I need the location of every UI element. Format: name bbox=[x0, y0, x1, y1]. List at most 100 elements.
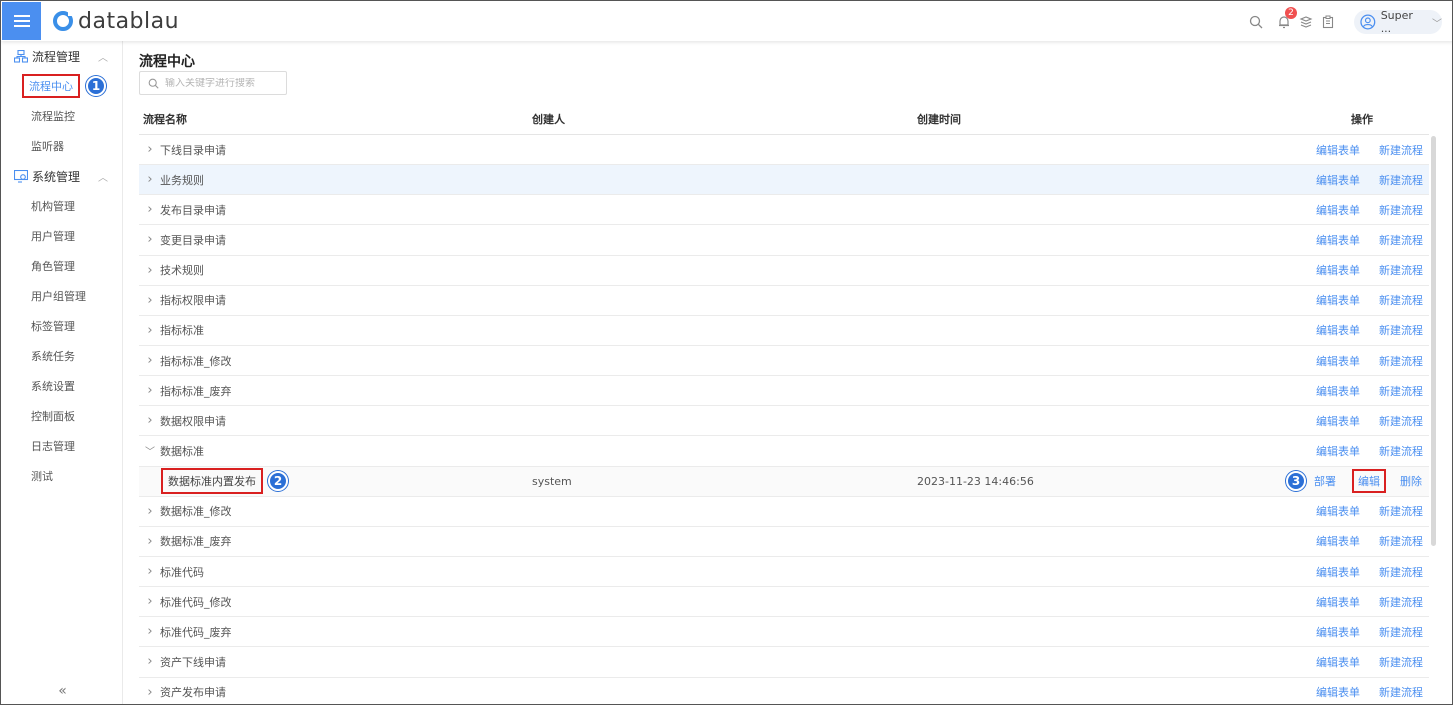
chevron-right-icon[interactable]: › bbox=[143, 383, 157, 398]
table-row[interactable]: › 指标标准_废弃 编辑表单 新建流程 bbox=[139, 376, 1429, 407]
chevron-right-icon[interactable]: › bbox=[143, 142, 157, 157]
table-row[interactable]: › 指标权限申请 编辑表单 新建流程 bbox=[139, 286, 1429, 316]
new-flow-link[interactable]: 新建流程 bbox=[1379, 684, 1423, 700]
table-row[interactable]: › 指标标准_修改 编辑表单 新建流程 bbox=[139, 346, 1429, 377]
sidebar-item[interactable]: 流程监控 bbox=[2, 101, 122, 131]
new-flow-link[interactable]: 新建流程 bbox=[1379, 564, 1423, 580]
sidebar-item[interactable]: 标签管理 bbox=[2, 311, 122, 341]
chevron-right-icon[interactable]: › bbox=[143, 323, 157, 338]
chevron-right-icon[interactable]: › bbox=[143, 654, 157, 669]
clipboard-icon[interactable] bbox=[1318, 12, 1338, 32]
table-row[interactable]: › 数据权限申请 编辑表单 新建流程 bbox=[139, 406, 1429, 437]
notification-bell-icon[interactable]: 2 bbox=[1274, 7, 1297, 32]
sidebar-item[interactable]: 流程中心 1 bbox=[2, 71, 122, 101]
new-flow-link[interactable]: 新建流程 bbox=[1379, 594, 1423, 610]
edit-form-link[interactable]: 编辑表单 bbox=[1316, 443, 1360, 459]
new-flow-link[interactable]: 新建流程 bbox=[1379, 172, 1423, 188]
new-flow-link[interactable]: 新建流程 bbox=[1379, 353, 1423, 369]
collapse-sidebar-button[interactable]: « bbox=[2, 683, 123, 699]
chevron-right-icon[interactable]: › bbox=[143, 263, 157, 278]
table-row[interactable]: › 标准代码 编辑表单 新建流程 bbox=[139, 557, 1429, 588]
chevron-right-icon[interactable]: › bbox=[143, 624, 157, 639]
new-flow-link[interactable]: 新建流程 bbox=[1379, 292, 1423, 308]
table-row[interactable]: › 变更目录申请 编辑表单 新建流程 bbox=[139, 225, 1429, 256]
chevron-right-icon[interactable]: › bbox=[143, 685, 157, 700]
new-flow-link[interactable]: 新建流程 bbox=[1379, 413, 1423, 429]
chevron-right-icon[interactable]: › bbox=[143, 564, 157, 579]
sidebar-item[interactable]: 用户管理 bbox=[2, 221, 122, 251]
sidebar-item[interactable]: 用户组管理 bbox=[2, 281, 122, 311]
table-row[interactable]: › 技术规则 编辑表单 新建流程 bbox=[139, 256, 1429, 286]
delete-link[interactable]: 删除 bbox=[1400, 473, 1422, 489]
edit-form-link[interactable]: 编辑表单 bbox=[1316, 533, 1360, 549]
edit-form-link[interactable]: 编辑表单 bbox=[1316, 142, 1360, 158]
chevron-right-icon[interactable]: › bbox=[143, 413, 157, 428]
table-row[interactable]: › 下线目录申请 编辑表单 新建流程 bbox=[139, 135, 1429, 166]
new-flow-link[interactable]: 新建流程 bbox=[1379, 202, 1423, 218]
chevron-right-icon[interactable]: › bbox=[143, 232, 157, 247]
new-flow-link[interactable]: 新建流程 bbox=[1379, 443, 1423, 459]
new-flow-link[interactable]: 新建流程 bbox=[1379, 262, 1423, 278]
sidebar-item[interactable]: 控制面板 bbox=[2, 401, 122, 431]
logo[interactable]: datablau bbox=[53, 9, 179, 34]
menu-toggle-button[interactable] bbox=[2, 2, 41, 40]
table-row[interactable]: ﹀ 数据标准 编辑表单 新建流程 bbox=[139, 436, 1429, 467]
search-icon[interactable] bbox=[1246, 12, 1266, 32]
edit-form-link[interactable]: 编辑表单 bbox=[1316, 413, 1360, 429]
sidebar-item[interactable]: 系统任务 bbox=[2, 341, 122, 371]
edit-form-link[interactable]: 编辑表单 bbox=[1316, 292, 1360, 308]
new-flow-link[interactable]: 新建流程 bbox=[1379, 142, 1423, 158]
new-flow-link[interactable]: 新建流程 bbox=[1379, 383, 1423, 399]
new-flow-link[interactable]: 新建流程 bbox=[1379, 624, 1423, 640]
chevron-right-icon[interactable]: › bbox=[143, 202, 157, 217]
user-menu[interactable]: Super ... ﹀ bbox=[1354, 9, 1442, 35]
chevron-right-icon[interactable]: › bbox=[143, 504, 157, 519]
table-row-child[interactable]: 数据标准内置发布 2 system 2023-11-23 14:46:56 3 部署 编辑删… bbox=[139, 466, 1429, 497]
sidebar-group[interactable]: 系统管理 ︿ bbox=[2, 161, 122, 191]
sidebar-item[interactable]: 机构管理 bbox=[2, 191, 122, 221]
edit-form-link[interactable]: 编辑表单 bbox=[1316, 654, 1360, 670]
chevron-right-icon[interactable]: › bbox=[143, 172, 157, 187]
sidebar-item[interactable]: 日志管理 bbox=[2, 431, 122, 461]
edit-form-link[interactable]: 编辑表单 bbox=[1316, 594, 1360, 610]
edit-form-link[interactable]: 编辑表单 bbox=[1316, 262, 1360, 278]
table-row[interactable]: › 资产发布申请 编辑表单 新建流程 bbox=[139, 678, 1429, 704]
table-row[interactable]: › 指标标准 编辑表单 新建流程 bbox=[139, 316, 1429, 346]
edit-form-link[interactable]: 编辑表单 bbox=[1316, 172, 1360, 188]
new-flow-link[interactable]: 新建流程 bbox=[1379, 503, 1423, 519]
new-flow-link[interactable]: 新建流程 bbox=[1379, 232, 1423, 248]
layers-icon[interactable] bbox=[1296, 12, 1316, 32]
table-row[interactable]: › 业务规则 编辑表单 新建流程 bbox=[139, 165, 1429, 196]
chevron-right-icon[interactable]: › bbox=[143, 594, 157, 609]
sidebar-item[interactable]: 监听器 bbox=[2, 131, 122, 161]
edit-form-link[interactable]: 编辑表单 bbox=[1316, 624, 1360, 640]
deploy-link[interactable]: 部署 bbox=[1314, 473, 1336, 489]
sidebar-item[interactable]: 角色管理 bbox=[2, 251, 122, 281]
new-flow-link[interactable]: 新建流程 bbox=[1379, 322, 1423, 338]
edit-link[interactable]: 编辑 bbox=[1352, 469, 1386, 494]
edit-form-link[interactable]: 编辑表单 bbox=[1316, 564, 1360, 580]
table-row[interactable]: › 数据标准_废弃 编辑表单 新建流程 bbox=[139, 527, 1429, 557]
search-box[interactable] bbox=[139, 71, 287, 95]
chevron-down-icon[interactable]: ﹀ bbox=[143, 443, 157, 458]
edit-form-link[interactable]: 编辑表单 bbox=[1316, 202, 1360, 218]
table-row[interactable]: › 标准代码_废弃 编辑表单 新建流程 bbox=[139, 617, 1429, 648]
edit-form-link[interactable]: 编辑表单 bbox=[1316, 322, 1360, 338]
table-row[interactable]: › 资产下线申请 编辑表单 新建流程 bbox=[139, 647, 1429, 678]
chevron-right-icon[interactable]: › bbox=[143, 353, 157, 368]
table-row[interactable]: › 发布目录申请 编辑表单 新建流程 bbox=[139, 195, 1429, 226]
table-scrollbar[interactable] bbox=[1431, 136, 1436, 546]
new-flow-link[interactable]: 新建流程 bbox=[1379, 654, 1423, 670]
edit-form-link[interactable]: 编辑表单 bbox=[1316, 383, 1360, 399]
table-row[interactable]: › 标准代码_修改 编辑表单 新建流程 bbox=[139, 587, 1429, 618]
table-row[interactable]: › 数据标准_修改 编辑表单 新建流程 bbox=[139, 497, 1429, 527]
edit-form-link[interactable]: 编辑表单 bbox=[1316, 232, 1360, 248]
chevron-right-icon[interactable]: › bbox=[143, 293, 157, 308]
edit-form-link[interactable]: 编辑表单 bbox=[1316, 353, 1360, 369]
edit-form-link[interactable]: 编辑表单 bbox=[1316, 503, 1360, 519]
sidebar-item[interactable]: 测试 bbox=[2, 461, 122, 491]
chevron-right-icon[interactable]: › bbox=[143, 534, 157, 549]
edit-form-link[interactable]: 编辑表单 bbox=[1316, 684, 1360, 700]
search-input[interactable] bbox=[165, 77, 275, 89]
sidebar-group[interactable]: 流程管理 ︿ bbox=[2, 41, 122, 71]
